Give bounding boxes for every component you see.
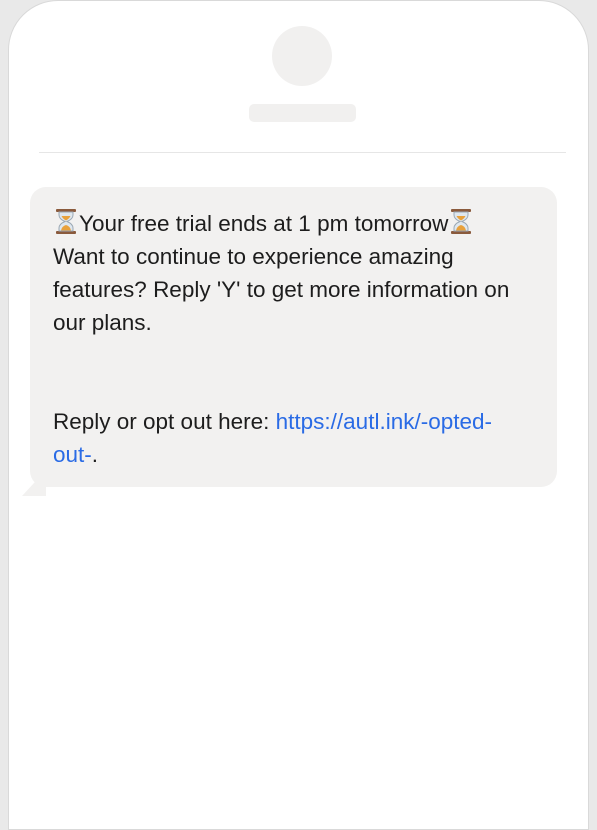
message-line-1-text: Your free trial ends at 1 pm tomorrow — [79, 211, 449, 236]
message-bubble: Your free trial ends at 1 pm tomorrow Wa… — [30, 187, 557, 487]
message-line-4: our plans. — [53, 310, 152, 335]
message-spacer — [53, 339, 537, 405]
header-divider — [39, 152, 566, 153]
message-line-1: Your free trial ends at 1 pm tomorrow — [53, 207, 537, 240]
optout-link-continued[interactable]: out- — [53, 442, 92, 467]
optout-link[interactable]: https://autl.ink/-opted- — [276, 409, 492, 434]
optout-line-1: Reply or opt out here: https://autl.ink/… — [53, 405, 537, 438]
optout-suffix: . — [91, 442, 99, 467]
optout-prefix: Reply or opt out here: — [53, 409, 276, 434]
message-line-3: features? Reply 'Y' to get more informat… — [53, 277, 510, 302]
contact-avatar — [272, 26, 332, 86]
hourglass-icon — [53, 208, 79, 235]
optout-line-2: out-. — [53, 438, 537, 471]
contact-name-placeholder — [249, 104, 356, 122]
hourglass-icon — [448, 208, 474, 235]
message-line-2: Want to continue to experience amazing — [53, 244, 454, 269]
